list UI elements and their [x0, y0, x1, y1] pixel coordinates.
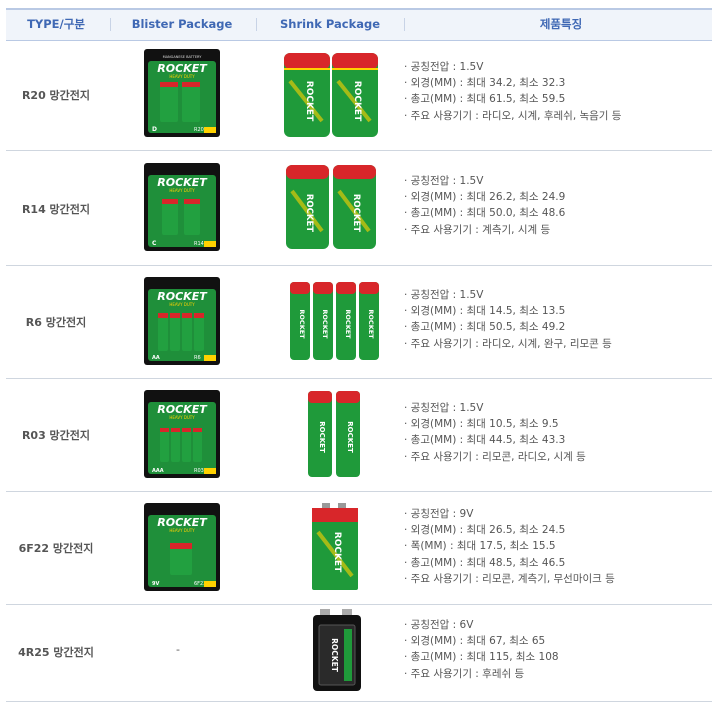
blister-none: - [176, 643, 180, 656]
product-features: · 공칭전압 : 1.5V · 외경(MM) : 최대 10.5, 최소 9.5… [404, 400, 586, 465]
spec-line: · 공칭전압 : 6V [404, 619, 474, 631]
header-shrink: Shrink Package [279, 17, 381, 31]
spec-line: · 주요 사용기기 : 라디오, 시계, 후레쉬, 녹음기 등 [404, 109, 622, 122]
svg-text:ROCKET: ROCKET [367, 309, 375, 339]
blister-size: AA [152, 355, 160, 361]
table-row: R14 망간전지 ROCKET HEAVY DUTY C R14 ROCKET … [6, 151, 712, 266]
svg-text:HEAVY DUTY: HEAVY DUTY [169, 528, 195, 533]
spec-line: · 공칭전압 : 1.5V [404, 402, 484, 414]
header-type: TYPE/구분 [27, 17, 85, 31]
battery-type: R03 망간전지 [21, 429, 91, 442]
battery-type: R20 망간전지 [21, 89, 91, 102]
table-row: 4R25 망간전지 - ROCKET · 공칭전압 : 6V · 외경(MM) … [6, 605, 712, 702]
table-row: R03 망간전지 ROCKET HEAVY DUTY AAA R03 ROCKE… [6, 379, 712, 492]
shrink-package-image: ROCKET ROCKET [306, 389, 362, 483]
battery-spec-table: TYPE/구분 Blister Package Shrink Package 제… [0, 0, 716, 708]
table-row: R20 망간전지 MANGANESE BATTERY ROCKET HEAVY … [6, 39, 712, 151]
svg-text:ROCKET: ROCKET [351, 194, 361, 232]
svg-text:ROCKET: ROCKET [330, 638, 339, 673]
battery-type: 6F22 망간전지 [18, 542, 94, 555]
blister-size: C [152, 240, 157, 247]
spec-line: · 총고(MM) : 최대 50.5, 최소 49.2 [404, 321, 566, 334]
spec-line: · 외경(MM) : 최대 34.2, 최소 32.3 [404, 77, 566, 90]
blister-code: R03 [194, 468, 204, 474]
svg-text:ROCKET: ROCKET [332, 532, 342, 573]
spec-line: · 공칭전압 : 1.5V [404, 61, 484, 73]
svg-text:MANGANESE BATTERY: MANGANESE BATTERY [163, 55, 203, 59]
svg-text:ROCKET: ROCKET [318, 421, 326, 453]
spec-line: · 공칭전압 : 1.5V [404, 175, 484, 187]
table-header: TYPE/구분 Blister Package Shrink Package 제… [6, 8, 712, 41]
blister-package-image: ROCKET HEAVY DUTY C R14 [144, 163, 220, 251]
svg-text:ROCKET: ROCKET [352, 81, 362, 122]
spec-line: · 주요 사용기기 : 계측기, 시계 등 [404, 223, 551, 236]
battery-type: 4R25 망간전지 [18, 646, 94, 659]
spec-line: · 공칭전압 : 1.5V [404, 289, 484, 301]
blister-package-image: ROCKET HEAVY DUTY AA R6 [144, 277, 220, 365]
spec-line: · 총고(MM) : 최대 115, 최소 108 [404, 651, 559, 664]
header-divider [256, 18, 257, 31]
svg-text:HEAVY DUTY: HEAVY DUTY [169, 302, 195, 307]
table-row: R6 망간전지 ROCKET HEAVY DUTY AA R6 ROCKET R… [6, 266, 712, 379]
header-features: 제품특징 [539, 17, 583, 31]
blister-package-image: MANGANESE BATTERY ROCKET HEAVY DUTY D R2… [144, 49, 220, 137]
table-row: 6F22 망간전지 ROCKET HEAVY DUTY 9V 6F22 ROCK… [6, 492, 712, 605]
shrink-package-image: ROCKET ROCKET [282, 51, 380, 141]
product-features: · 공칭전압 : 6V · 외경(MM) : 최대 67, 최소 65 · 총고… [404, 617, 559, 682]
shrink-package-image: ROCKET ROCKET [284, 163, 378, 255]
shrink-package-image: ROCKET ROCKET ROCKET ROCKET [288, 280, 382, 366]
header-divider [404, 18, 405, 31]
svg-text:ROCKET: ROCKET [304, 81, 314, 122]
svg-text:ROCKET: ROCKET [346, 421, 354, 453]
blister-code: R6 [194, 355, 201, 361]
product-features: · 공칭전압 : 1.5V · 외경(MM) : 최대 26.2, 최소 24.… [404, 173, 565, 238]
spec-line: · 총고(MM) : 최대 44.5, 최소 43.3 [404, 434, 566, 447]
battery-type: R14 망간전지 [21, 203, 91, 216]
blister-size: 9V [152, 581, 159, 587]
svg-text:ROCKET: ROCKET [298, 309, 306, 339]
shrink-package-image: ROCKET [310, 502, 360, 596]
spec-line: · 외경(MM) : 최대 26.5, 최소 24.5 [404, 524, 566, 537]
spec-line: · 외경(MM) : 최대 67, 최소 65 [404, 635, 546, 648]
header-blister: Blister Package [131, 17, 233, 31]
spec-line: · 총고(MM) : 최대 61.5, 최소 59.5 [404, 93, 566, 106]
spec-line: · 총고(MM) : 최대 50.0, 최소 48.6 [404, 207, 566, 220]
spec-line: · 공칭전압 : 9V [404, 508, 474, 520]
svg-text:HEAVY DUTY: HEAVY DUTY [169, 188, 195, 193]
svg-text:ROCKET: ROCKET [344, 309, 352, 339]
product-features: · 공칭전압 : 1.5V · 외경(MM) : 최대 34.2, 최소 32.… [404, 59, 621, 124]
svg-text:HEAVY DUTY: HEAVY DUTY [169, 74, 195, 79]
product-features: · 공칭전압 : 9V · 외경(MM) : 최대 26.5, 최소 24.5 … [404, 506, 615, 587]
blister-package-image: ROCKET HEAVY DUTY 9V 6F22 [144, 503, 220, 591]
spec-line: · 폭(MM) : 최대 17.5, 최소 15.5 [404, 540, 556, 553]
spec-line: · 주요 사용기기 : 라디오, 시계, 완구, 리모콘 등 [404, 337, 612, 350]
spec-line: · 외경(MM) : 최대 26.2, 최소 24.9 [404, 191, 566, 204]
spec-line: · 총고(MM) : 최대 48.5, 최소 46.5 [404, 556, 566, 569]
spec-line: · 외경(MM) : 최대 10.5, 최소 9.5 [404, 418, 559, 431]
product-features: · 공칭전압 : 1.5V · 외경(MM) : 최대 14.5, 최소 13.… [404, 287, 612, 352]
header-divider [110, 18, 111, 31]
spec-line: · 주요 사용기기 : 리모콘, 계측기, 무선마이크 등 [404, 572, 615, 585]
blister-size: AAA [152, 468, 164, 474]
blister-code: R20 [194, 127, 204, 133]
battery-type: R6 망간전지 [25, 316, 87, 329]
svg-text:ROCKET: ROCKET [304, 194, 314, 232]
blister-code: R14 [194, 241, 204, 247]
spec-line: · 주요 사용기기 : 리모콘, 라디오, 시계 등 [404, 450, 586, 463]
blister-size: D [152, 126, 157, 133]
svg-text:HEAVY DUTY: HEAVY DUTY [169, 415, 195, 420]
spec-line: · 주요 사용기기 : 후레쉬 등 [404, 667, 525, 680]
shrink-package-image: ROCKET [312, 609, 362, 695]
blister-package-image: ROCKET HEAVY DUTY AAA R03 [144, 390, 220, 478]
spec-line: · 외경(MM) : 최대 14.5, 최소 13.5 [404, 305, 566, 318]
svg-text:ROCKET: ROCKET [321, 309, 329, 339]
